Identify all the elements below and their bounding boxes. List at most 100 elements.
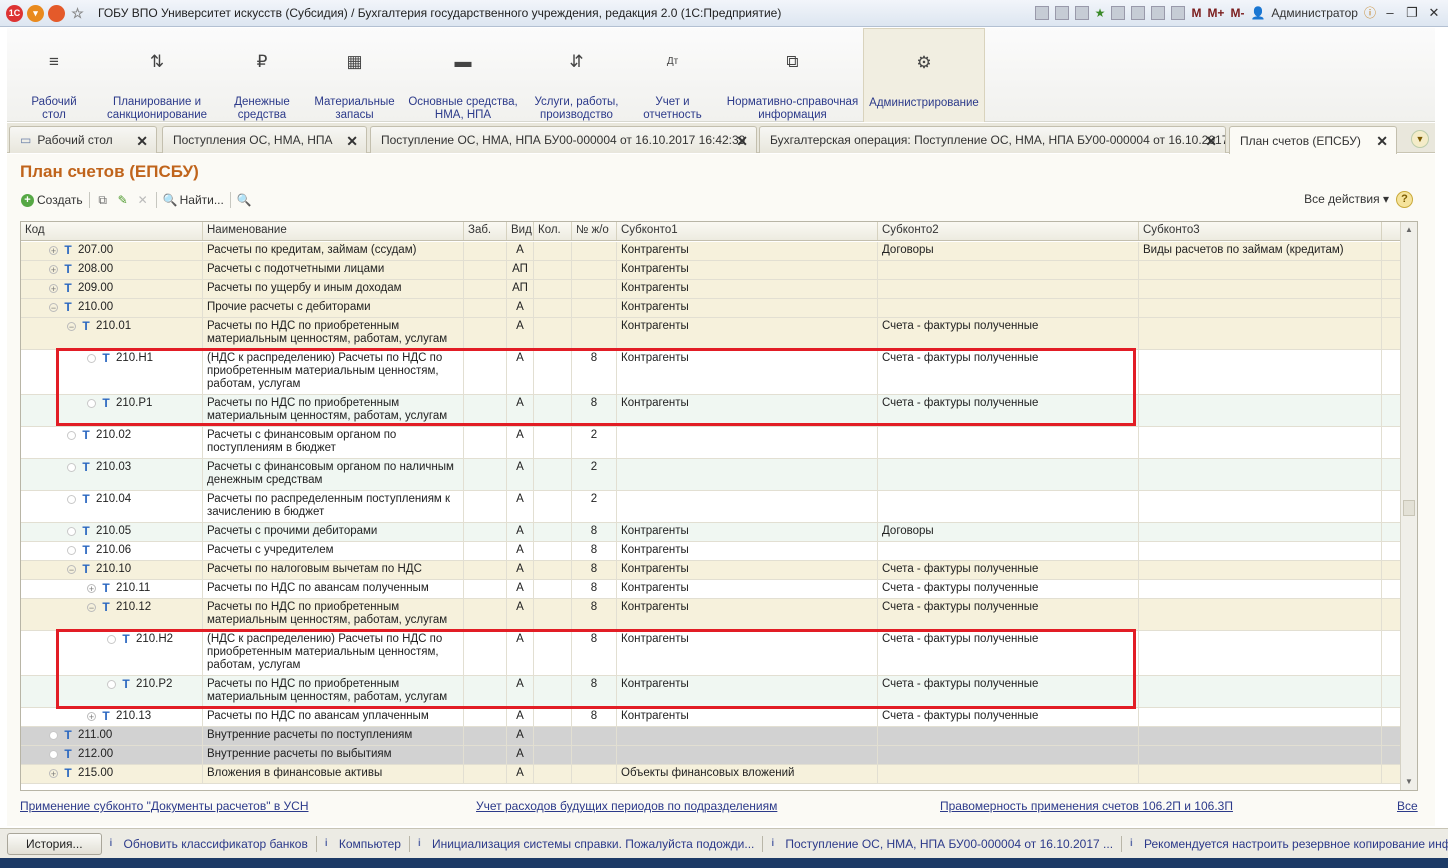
memory-plus-button[interactable]: M+ (1207, 6, 1224, 20)
memory-minus-button[interactable]: M- (1230, 6, 1244, 20)
edit-icon[interactable]: ✎ (116, 193, 130, 207)
add-favorite-icon[interactable]: ★ (1095, 6, 1106, 20)
column-header[interactable]: Субконто2 (878, 222, 1139, 240)
preview-icon[interactable] (1074, 5, 1089, 20)
favorite-star-icon[interactable]: ☆ (69, 5, 86, 22)
section-cash[interactable]: ₽ Денежные средства (227, 28, 297, 122)
column-header[interactable]: Наименование (203, 222, 464, 240)
create-button[interactable]: + Создать (21, 193, 83, 207)
table-row[interactable]: T 210.Н1 (НДС к распределению) Расчеты по … (21, 350, 1400, 395)
tab-os-receipts[interactable]: Поступления ОС, НМА, НПА ✕ (162, 126, 367, 153)
history-button[interactable]: История... (7, 832, 102, 855)
expand-icon[interactable]: + (49, 769, 58, 779)
vertical-scrollbar[interactable]: ▲ ▼ (1400, 222, 1417, 790)
column-header[interactable]: Кол. (534, 222, 572, 240)
info-icon[interactable]: ⓘ (1364, 4, 1376, 21)
table-row[interactable]: + T 209.00 Расчеты по ущербу и иным доходам… (21, 280, 1400, 299)
section-fixed-assets[interactable]: ▬ Основные средства, НМА, НПА (407, 28, 519, 122)
menu-dropdown-icon[interactable]: ▾ (27, 4, 44, 22)
find-button[interactable]: 🔍 Найти... (163, 193, 224, 207)
table-row[interactable]: + T 210.13 Расчеты по НДС по авансам уплаче… (21, 708, 1400, 727)
section-materials[interactable]: ▦ Материальные запасы (312, 28, 397, 122)
scroll-down-icon[interactable]: ▼ (1403, 776, 1415, 788)
collapse-icon[interactable]: − (67, 565, 76, 575)
link-usn-subconto[interactable]: Применение субконто "Документы расчетов"… (20, 799, 309, 813)
link-future-expenses[interactable]: Учет расходов будущих периодов по подраз… (476, 799, 777, 813)
table-row[interactable]: T 210.Р1 Расчеты по НДС по приобретенным м… (21, 395, 1400, 427)
table-row[interactable]: + T 208.00 Расчеты с подотчетными лицами АП К… (21, 261, 1400, 280)
cancel-search-icon[interactable]: 🔍 (237, 193, 252, 207)
close-icon[interactable]: ✕ (136, 133, 148, 150)
restore-button[interactable]: ❐ (1404, 5, 1420, 21)
table-row[interactable]: − T 210.10 Расчеты по налоговым вычетам по … (21, 561, 1400, 580)
table-row[interactable]: − T 210.01 Расчеты по НДС по приобретенным … (21, 318, 1400, 350)
calendar-icon[interactable] (1151, 5, 1166, 20)
close-icon[interactable]: ✕ (736, 133, 748, 150)
print-icon[interactable] (1054, 5, 1069, 20)
link-all[interactable]: Все (1397, 799, 1418, 813)
table-row[interactable]: − T 210.00 Прочие расчеты с дебиторами А Конт… (21, 299, 1400, 318)
section-administration[interactable]: ⚙ Администрирование (863, 28, 985, 122)
expand-icon[interactable]: + (87, 712, 96, 722)
table-row[interactable]: T 210.Р2 Расчеты по НДС по приобретенным м… (21, 676, 1400, 708)
section-accounting[interactable]: Дт Учет и отчетность (635, 28, 710, 122)
column-header[interactable]: № ж/о (572, 222, 617, 240)
delete-icon[interactable]: ✕ (136, 193, 150, 207)
table-row[interactable]: + T 207.00 Расчеты по кредитам, займам (ссу… (21, 242, 1400, 261)
app-logo-icon[interactable]: 1С (6, 4, 23, 22)
collapse-icon[interactable]: − (87, 603, 96, 613)
all-actions-menu[interactable]: Все действия ▾ (1304, 192, 1389, 206)
links-icon[interactable] (1111, 5, 1126, 20)
tabs-menu-icon[interactable]: ▼ (1411, 130, 1429, 148)
table-row[interactable]: − T 210.12 Расчеты по НДС по приобретенным … (21, 599, 1400, 631)
tab-accounting-operation[interactable]: Бухгалтерская операция: Поступление ОС, … (759, 126, 1226, 153)
table-row[interactable]: T 210.Н2 (НДС к распределению) Расчеты по … (21, 631, 1400, 676)
section-desktop[interactable]: ≡ Рабочий стол (24, 28, 84, 122)
table-row[interactable]: T 210.05 Расчеты с прочими дебиторами А 8 Кон… (21, 523, 1400, 542)
history-circle-icon[interactable] (48, 4, 65, 22)
help-button[interactable]: ? (1396, 191, 1413, 208)
memory-button[interactable]: M (1191, 6, 1201, 20)
status-message[interactable]: i Обновить классификатор банков (110, 837, 308, 851)
status-message[interactable]: i Компьютер (315, 835, 401, 852)
column-header[interactable]: Заб. (464, 222, 507, 240)
close-icon[interactable]: ✕ (1205, 133, 1217, 150)
expand-icon[interactable]: + (49, 246, 58, 256)
save-icon[interactable] (1034, 5, 1049, 20)
section-reference[interactable]: ⧉ Нормативно-справочная информация (725, 28, 860, 122)
copy-icon[interactable]: ⧉ (96, 193, 110, 207)
minimize-button[interactable]: – (1382, 5, 1398, 20)
tab-chart-of-accounts[interactable]: План счетов (ЕПСБУ) ✕ (1229, 126, 1397, 154)
scroll-up-icon[interactable]: ▲ (1403, 224, 1415, 236)
column-header[interactable]: Вид (507, 222, 534, 240)
expand-icon[interactable]: + (49, 265, 58, 275)
expand-icon[interactable]: + (87, 584, 96, 594)
user-name[interactable]: Администратор (1271, 6, 1358, 20)
collapse-icon[interactable]: − (67, 322, 76, 332)
table-row[interactable]: T 210.03 Расчеты с финансовым органом по н… (21, 459, 1400, 491)
tab-desktop[interactable]: ▭ Рабочий стол ✕ (9, 126, 157, 153)
collapse-icon[interactable]: − (49, 303, 58, 313)
table-row[interactable]: + T 215.00 Вложения в финансовые активы А Объ… (21, 765, 1400, 784)
close-button[interactable]: ✕ (1426, 5, 1442, 21)
calculator-icon[interactable] (1171, 5, 1186, 20)
table-row[interactable]: T 211.00 Внутренние расчеты по поступления… (21, 727, 1400, 746)
status-message[interactable]: i Рекомендуется настроить резервное копир… (1121, 835, 1448, 852)
table-row[interactable]: T 210.02 Расчеты с финансовым органом по п… (21, 427, 1400, 459)
close-icon[interactable]: ✕ (1376, 133, 1388, 150)
link-accounts-106[interactable]: Правомерность применения счетов 106.2П и… (940, 799, 1233, 813)
section-services[interactable]: ⇵ Услуги, работы, производство (529, 28, 624, 122)
close-icon[interactable]: ✕ (346, 133, 358, 150)
status-message[interactable]: i Инициализация системы справки. Пожалуйс… (408, 835, 754, 852)
table-icon[interactable] (1131, 5, 1146, 20)
table-row[interactable]: T 210.04 Расчеты по распределенным поступл… (21, 491, 1400, 523)
table-row[interactable]: T 210.06 Расчеты с учредителем А 8 Контрагент… (21, 542, 1400, 561)
tab-os-receipt-doc[interactable]: Поступление ОС, НМА, НПА БУ00-000004 от … (370, 126, 757, 153)
status-message[interactable]: i Поступление ОС, НМА, НПА БУ00-000004 от… (762, 835, 1113, 852)
column-header[interactable]: Код (21, 222, 203, 240)
column-header[interactable]: Субконто1 (617, 222, 878, 240)
section-planning[interactable]: ⇅ Планирование и санкционирование (102, 28, 212, 122)
expand-icon[interactable]: + (49, 284, 58, 294)
column-header[interactable]: Субконто3 (1139, 222, 1382, 240)
table-row[interactable]: T 212.00 Внутренние расчеты по выбытиям А (21, 746, 1400, 765)
